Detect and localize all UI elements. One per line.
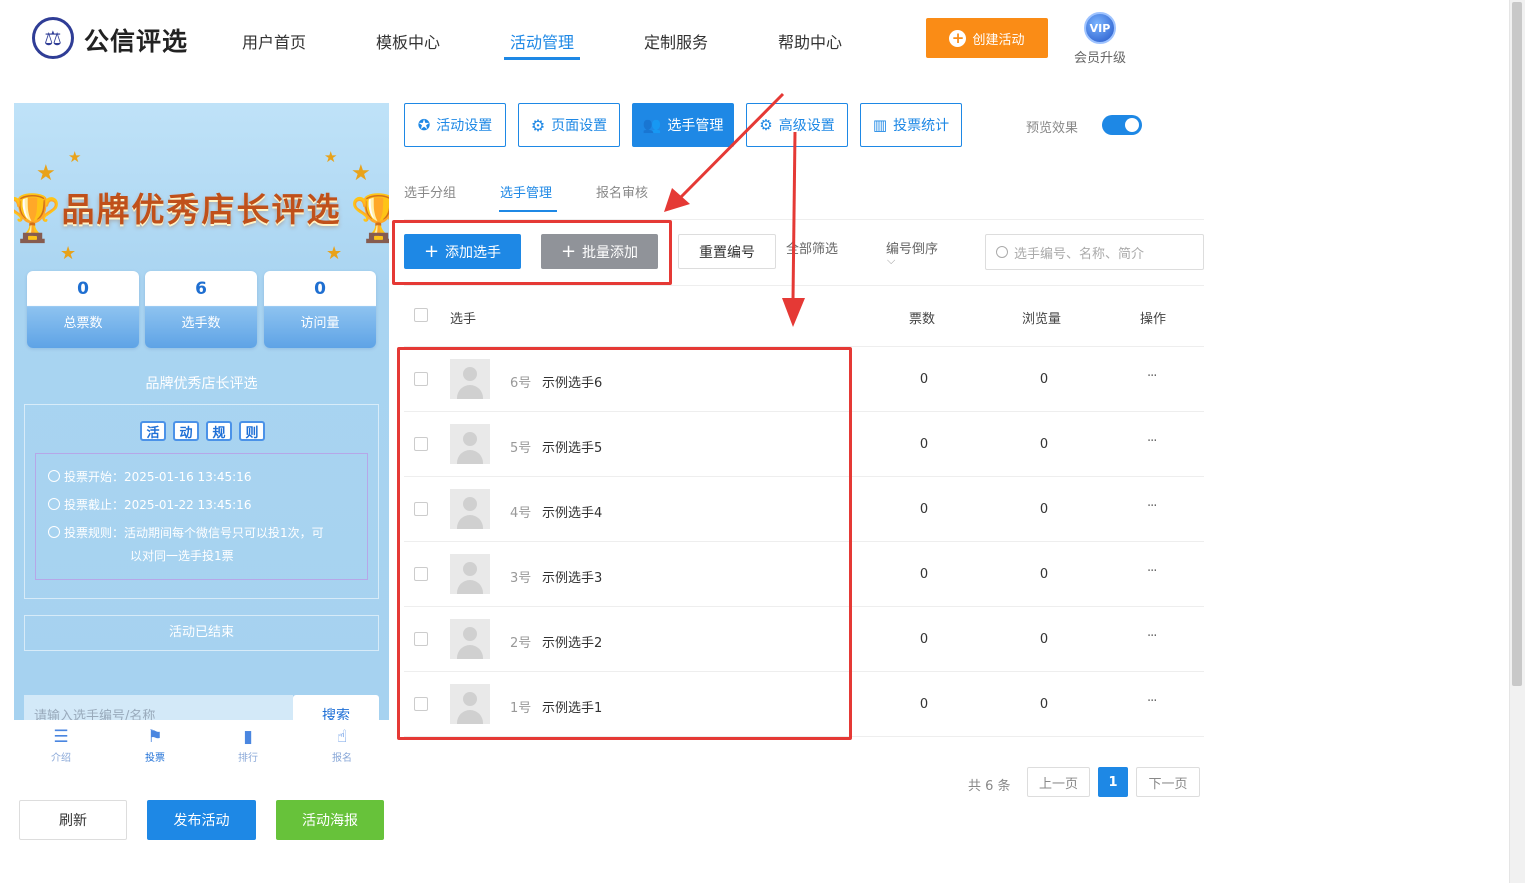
annotation-arrows [664, 92, 805, 327]
annotation-arrowhead [782, 298, 805, 327]
annotation-arrow-line [678, 92, 785, 200]
annotation-arrow-line [791, 131, 797, 301]
